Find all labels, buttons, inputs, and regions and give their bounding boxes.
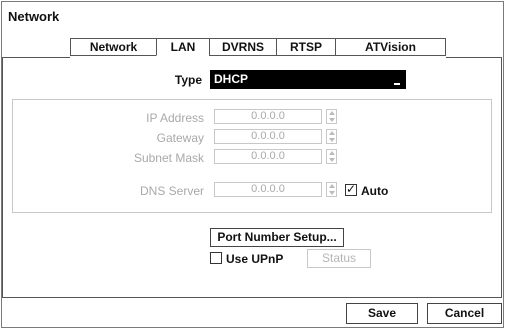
dns-server-spinner-icon[interactable] xyxy=(326,182,337,197)
auto-label: Auto xyxy=(361,184,389,198)
ip-address-label: IP Address xyxy=(146,111,204,125)
tab-atvision[interactable]: ATVision xyxy=(335,38,446,56)
tab-lan[interactable]: LAN xyxy=(156,38,209,56)
upnp-status-button[interactable]: Status xyxy=(307,249,371,268)
subnet-mask-field[interactable]: 0.0.0.0 xyxy=(214,149,322,164)
ip-address-spinner-icon[interactable] xyxy=(326,109,337,124)
dropdown-caret-icon xyxy=(394,83,400,85)
dns-server-field[interactable]: 0.0.0.0 xyxy=(214,182,322,197)
gateway-field[interactable]: 0.0.0.0 xyxy=(214,129,322,144)
dns-server-label: DNS Server xyxy=(139,184,204,198)
use-upnp-label: Use UPnP xyxy=(226,252,284,266)
tab-bar: Network LAN DVRNS RTSP ATVision xyxy=(70,38,446,56)
auto-checkbox[interactable]: ✓ xyxy=(345,182,357,196)
tab-page-border-bottom xyxy=(2,297,502,298)
check-icon: ✓ xyxy=(346,182,357,196)
type-label: Type xyxy=(174,73,202,87)
tab-page-border-left xyxy=(2,57,3,297)
subnet-mask-label: Subnet Mask xyxy=(133,151,204,165)
gateway-spinner-icon[interactable] xyxy=(326,129,337,144)
cancel-button[interactable]: Cancel xyxy=(427,303,502,324)
port-number-setup-button[interactable]: Port Number Setup... xyxy=(210,228,344,247)
tab-rtsp[interactable]: RTSP xyxy=(276,38,335,56)
subnet-mask-spinner-icon[interactable] xyxy=(326,149,337,164)
tab-dvrns[interactable]: DVRNS xyxy=(209,38,276,56)
ip-address-field[interactable]: 0.0.0.0 xyxy=(214,109,322,124)
type-select-value: DHCP xyxy=(214,72,249,86)
tab-divider-left xyxy=(2,57,70,58)
save-button[interactable]: Save xyxy=(346,303,418,324)
use-upnp-checkbox[interactable] xyxy=(210,252,222,264)
tab-network[interactable]: Network xyxy=(70,38,156,56)
dialog-title: Network xyxy=(8,9,60,24)
tab-page-border-right xyxy=(501,57,502,297)
tab-divider-right xyxy=(446,57,502,58)
gateway-label: Gateway xyxy=(156,131,204,145)
type-select[interactable]: DHCP xyxy=(210,70,406,89)
